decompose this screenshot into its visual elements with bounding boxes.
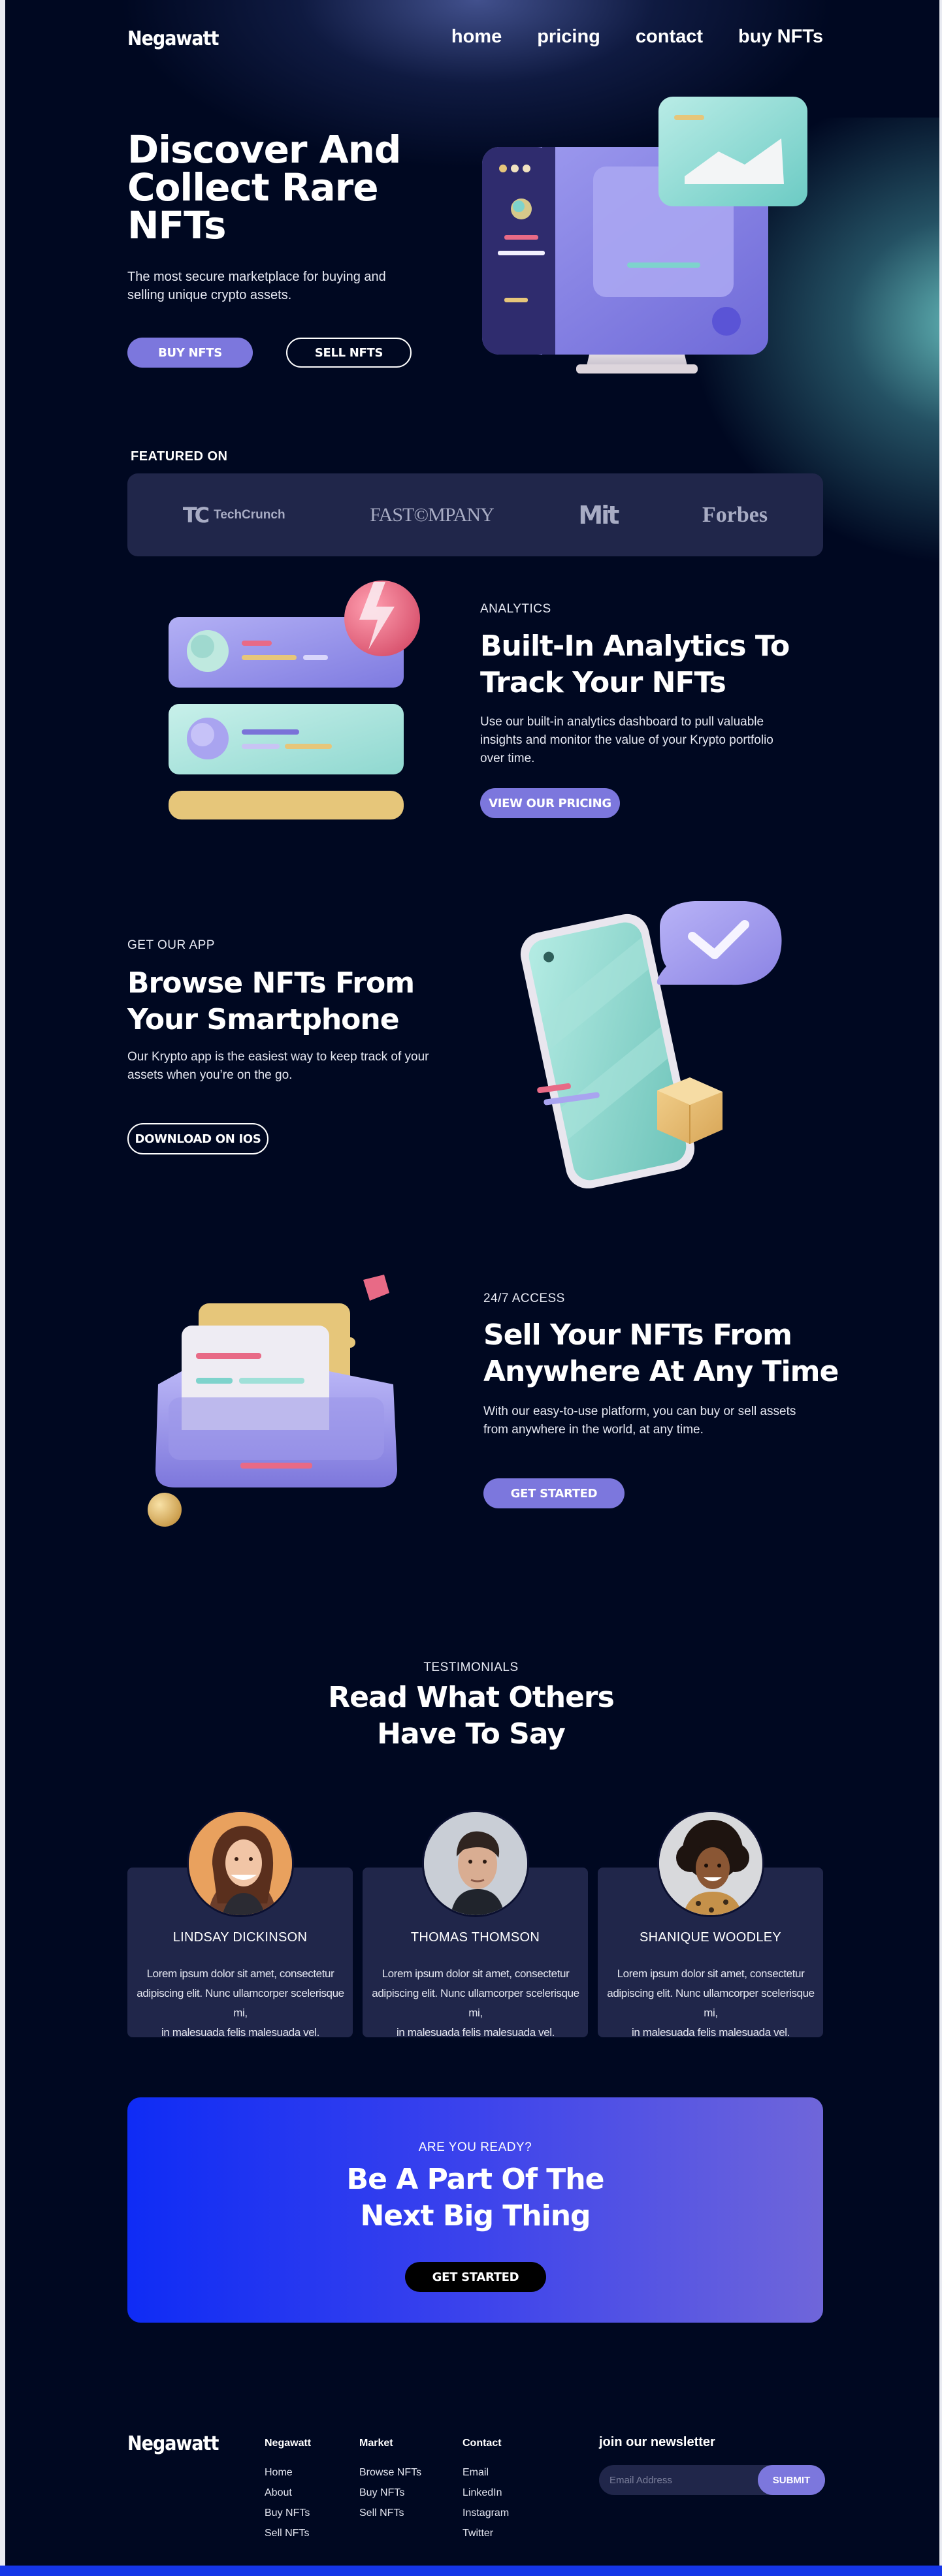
buy-nfts-button[interactable]: BUY NFTS — [127, 338, 253, 368]
header-nav: Negawatt home pricing contact buy NFTs — [127, 24, 823, 56]
techcrunch-logo[interactable]: TC TechCrunch — [183, 503, 285, 528]
access-title: Sell Your NFTs From Anywhere At Any Time — [483, 1317, 849, 1390]
download-ios-button[interactable]: DOWNLOAD ON IOS — [127, 1123, 268, 1154]
footer-logo[interactable]: Negawatt — [127, 2432, 219, 2455]
testimonial-quote-line: adipiscing elit. Nunc ullamcorper sceler… — [372, 1987, 579, 2019]
analytics-title-line: Built-In Analytics To — [480, 629, 790, 663]
app-title-line: Browse NFTs From — [127, 966, 415, 1000]
access-title-line: Anywhere At Any Time — [483, 1355, 839, 1388]
forbes-logo[interactable]: Forbes — [702, 503, 768, 528]
footer-link-buy-nfts[interactable]: Buy NFTs — [359, 2483, 421, 2503]
access-eyebrow: 24/7 ACCESS — [483, 1292, 565, 1305]
access-text: With our easy-to-use platform, you can b… — [483, 1405, 796, 1437]
testimonial-quote-line: adipiscing elit. Nunc ullamcorper sceler… — [607, 1987, 815, 2019]
sell-nfts-button[interactable]: SELL NFTS — [286, 338, 412, 368]
app-eyebrow: GET OUR APP — [127, 938, 215, 952]
testimonial-quote: Lorem ipsum dolor sit amet, consectetur … — [133, 1964, 348, 2043]
cta-title-line: Next Big Thing — [360, 2199, 591, 2233]
nav-menu: home pricing contact buy NFTs — [451, 26, 823, 48]
analytics-title-line: Track Your NFTs — [480, 666, 726, 699]
nav-contact-link[interactable]: contact — [636, 26, 703, 48]
page: Negawatt home pricing contact buy NFTs D… — [0, 0, 942, 2576]
access-title-line: Sell Your NFTs From — [483, 1318, 792, 1352]
footer-link-sell-nfts[interactable]: Sell NFTs — [359, 2503, 421, 2523]
avatar-lindsay — [187, 1810, 294, 1917]
testimonial-name: SHANIQUE WOODLEY — [639, 1930, 782, 1945]
hero-monitor-illustration — [477, 91, 817, 405]
newsletter-heading: join our newsletter — [599, 2435, 715, 2449]
testimonial-quote-line: in malesuada felis malesuada vel. — [397, 2026, 555, 2039]
avatar-thomas — [422, 1810, 529, 1917]
footer-link-sell-nfts[interactable]: Sell NFTs — [265, 2523, 311, 2543]
analytics-eyebrow: ANALYTICS — [480, 602, 551, 616]
smartphone-illustration — [510, 901, 797, 1188]
testimonial-quote: Lorem ipsum dolor sit amet, consectetur … — [603, 1964, 819, 2043]
app-text: Our Krypto app is the easiest way to kee… — [127, 1050, 429, 1082]
cta-title: Be A Part Of The Next Big Thing — [127, 2161, 823, 2234]
nav-pricing-link[interactable]: pricing — [537, 26, 600, 48]
testimonial-quote-line: Lorem ipsum dolor sit amet, consectetur — [617, 1967, 805, 1980]
app-title: Browse NFTs From Your Smartphone — [127, 965, 467, 1038]
footer-column-heading: Contact — [463, 2438, 502, 2449]
footer-link-browse-nfts[interactable]: Browse NFTs — [359, 2462, 421, 2483]
cta-get-started-button[interactable]: GET STARTED — [405, 2262, 546, 2292]
mit-logo[interactable]: Mit — [578, 501, 619, 530]
techcrunch-wordmark: TechCrunch — [214, 507, 285, 522]
cta-banner: ARE YOU READY? Be A Part Of The Next Big… — [127, 2097, 823, 2323]
testimonial-quote-line: Lorem ipsum dolor sit amet, consectetur — [382, 1967, 570, 1980]
testimonial-quote-line: in malesuada felis malesuada vel. — [161, 2026, 319, 2039]
cta-eyebrow: ARE YOU READY? — [418, 2140, 532, 2154]
newsletter-submit-button[interactable]: SUBMIT — [758, 2465, 825, 2495]
analytics-illustration — [163, 578, 431, 826]
testimonial-name: THOMAS THOMSON — [410, 1930, 540, 1945]
testimonials-title-line: Have To Say — [377, 1717, 566, 1751]
hero-subtitle: The most secure marketplace for buying a… — [127, 270, 386, 302]
featured-logos-bar: TC TechCrunch FAST©MPANY Mit Forbes — [127, 473, 823, 556]
footer-column-heading: Negawatt — [265, 2438, 312, 2449]
cta-title-line: Be A Part Of The — [346, 2163, 605, 2196]
footer-link-instagram[interactable]: Instagram — [463, 2503, 509, 2523]
inbox-tray-illustration — [142, 1273, 410, 1534]
testimonials-eyebrow: TESTIMONIALS — [423, 1661, 519, 1674]
right-edge-strip — [939, 0, 942, 2576]
footer-column-market: Market Browse NFTs Buy NFTs Sell NFTs — [359, 2438, 421, 2523]
testimonial-name: LINDSAY DICKINSON — [172, 1930, 308, 1945]
view-pricing-button[interactable]: VIEW OUR PRICING — [480, 788, 620, 818]
testimonial-quote-line: adipiscing elit. Nunc ullamcorper sceler… — [137, 1987, 344, 2019]
footer-column-heading: Market — [359, 2438, 393, 2449]
testimonials-title-line: Read What Others — [328, 1681, 615, 1714]
techcrunch-mark: TC — [182, 502, 210, 528]
footer-link-buy-nfts[interactable]: Buy NFTs — [265, 2503, 311, 2523]
testimonial-quote-line: Lorem ipsum dolor sit amet, consectetur — [146, 1967, 334, 1980]
bottom-accent-bar — [0, 2566, 942, 2576]
featured-label: FEATURED ON — [131, 449, 228, 464]
footer-column-negawatt: Negawatt Home About Buy NFTs Sell NFTs — [265, 2438, 311, 2543]
analytics-text: Use our built-in analytics dashboard to … — [480, 715, 773, 765]
hero-title-line: NFTs — [127, 203, 227, 247]
nav-home-link[interactable]: home — [451, 26, 502, 48]
avatar-shanique — [657, 1810, 764, 1917]
fast-company-logo[interactable]: FAST©MPANY — [370, 504, 495, 526]
access-get-started-button[interactable]: GET STARTED — [483, 1478, 625, 1508]
footer-link-email[interactable]: Email — [463, 2462, 509, 2483]
logo[interactable]: Negawatt — [127, 27, 219, 50]
analytics-title: Built-In Analytics To Track Your NFTs — [480, 628, 846, 701]
footer-link-about[interactable]: About — [265, 2483, 311, 2503]
testimonial-quote-line: in malesuada felis malesuada vel. — [632, 2026, 790, 2039]
footer-link-twitter[interactable]: Twitter — [463, 2523, 509, 2543]
app-title-line: Your Smartphone — [127, 1003, 400, 1036]
left-edge-strip — [0, 0, 5, 2576]
nav-buy-nfts-link[interactable]: buy NFTs — [738, 26, 823, 48]
testimonial-quote: Lorem ipsum dolor sit amet, consectetur … — [368, 1964, 583, 2043]
footer-column-contact: Contact Email LinkedIn Instagram Twitter — [463, 2438, 509, 2543]
testimonials-title: Read What Others Have To Say — [0, 1679, 942, 1753]
footer-link-linkedin[interactable]: LinkedIn — [463, 2483, 509, 2503]
footer-link-home[interactable]: Home — [265, 2462, 311, 2483]
hero-title: Discover And Collect Rare NFTs — [127, 131, 434, 244]
